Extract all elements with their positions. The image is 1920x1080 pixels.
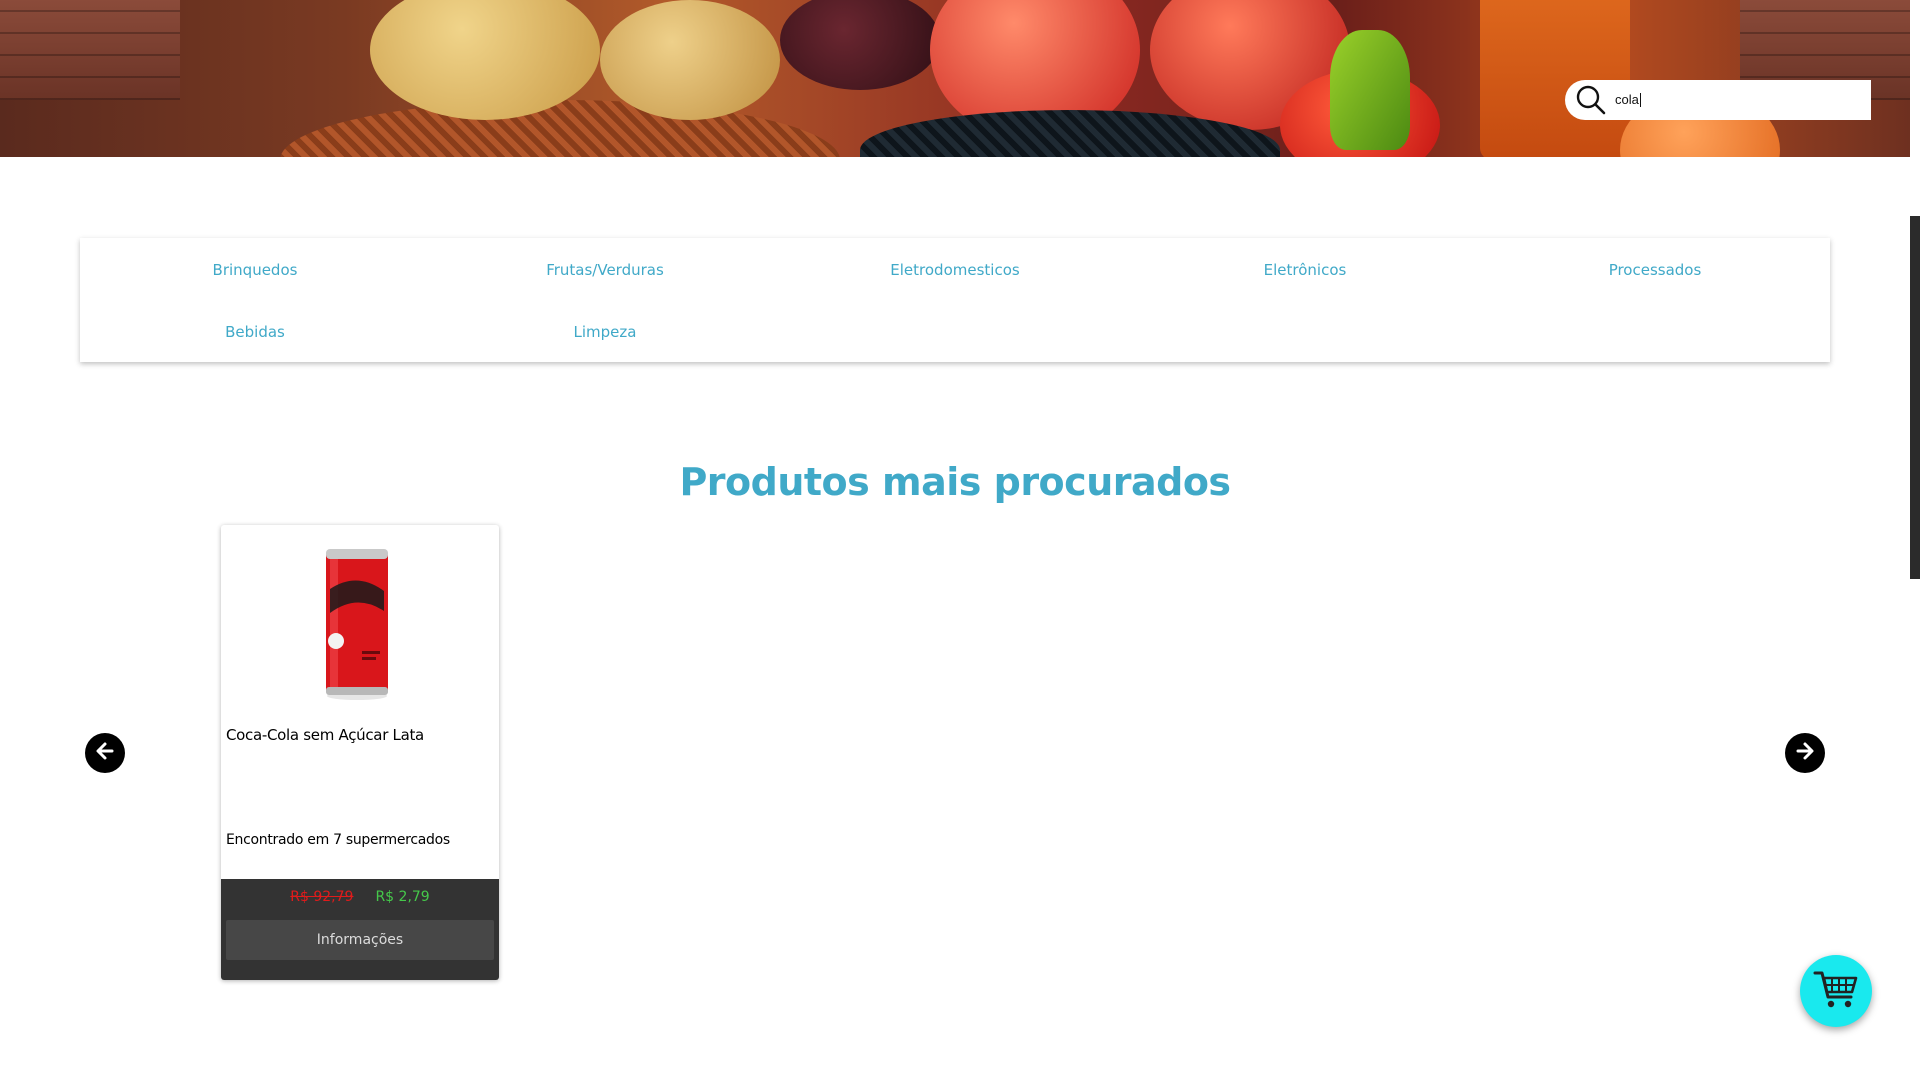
product-availability: Encontrado em 7 supermercados xyxy=(226,832,450,848)
shopping-cart-icon xyxy=(1813,969,1859,1013)
price-old: R$ 92,79 xyxy=(290,889,354,905)
price-row: R$ 92,79 R$ 2,79 xyxy=(221,889,499,905)
category-eletrodomesticos[interactable]: Eletrodomesticos xyxy=(780,238,1130,300)
cart-button[interactable] xyxy=(1800,955,1872,1027)
scrollbar-thumb[interactable] xyxy=(1910,216,1920,579)
category-processados[interactable]: Processados xyxy=(1480,238,1830,300)
carousel-next-button[interactable] xyxy=(1785,733,1825,773)
search-input[interactable]: cola xyxy=(1615,93,1641,107)
soda-can-icon xyxy=(322,541,392,701)
hero-grapes xyxy=(780,0,940,90)
info-button[interactable]: Informações xyxy=(226,920,494,960)
hero-banner: cola xyxy=(0,0,1910,157)
category-frutas-verduras[interactable]: Frutas/Verduras xyxy=(430,238,780,300)
hero-potato xyxy=(600,0,780,120)
hero-basket xyxy=(280,100,840,157)
hero-brick-wall-left xyxy=(0,0,180,100)
arrow-left-icon xyxy=(94,740,116,766)
hero-jar xyxy=(1480,0,1630,157)
price-new: R$ 2,79 xyxy=(375,889,430,905)
category-brinquedos[interactable]: Brinquedos xyxy=(80,238,430,300)
category-limpeza[interactable]: Limpeza xyxy=(430,300,780,362)
arrow-right-icon xyxy=(1794,740,1816,766)
product-card: Coca-Cola sem Açúcar Lata Encontrado em … xyxy=(221,525,499,980)
search-icon[interactable] xyxy=(1571,80,1611,120)
category-bebidas[interactable]: Bebidas xyxy=(80,300,430,362)
hero-pepper-stem xyxy=(1330,30,1410,150)
section-title: Produtos mais procurados xyxy=(679,460,1231,504)
category-nav: Brinquedos Frutas/Verduras Eletrodomesti… xyxy=(80,238,1830,362)
card-footer: R$ 92,79 R$ 2,79 Informações xyxy=(221,879,499,980)
category-eletronicos[interactable]: Eletrônicos xyxy=(1130,238,1480,300)
carousel-prev-button[interactable] xyxy=(85,733,125,773)
product-name[interactable]: Coca-Cola sem Açúcar Lata xyxy=(226,726,424,744)
search-bar[interactable]: cola xyxy=(1565,80,1871,120)
